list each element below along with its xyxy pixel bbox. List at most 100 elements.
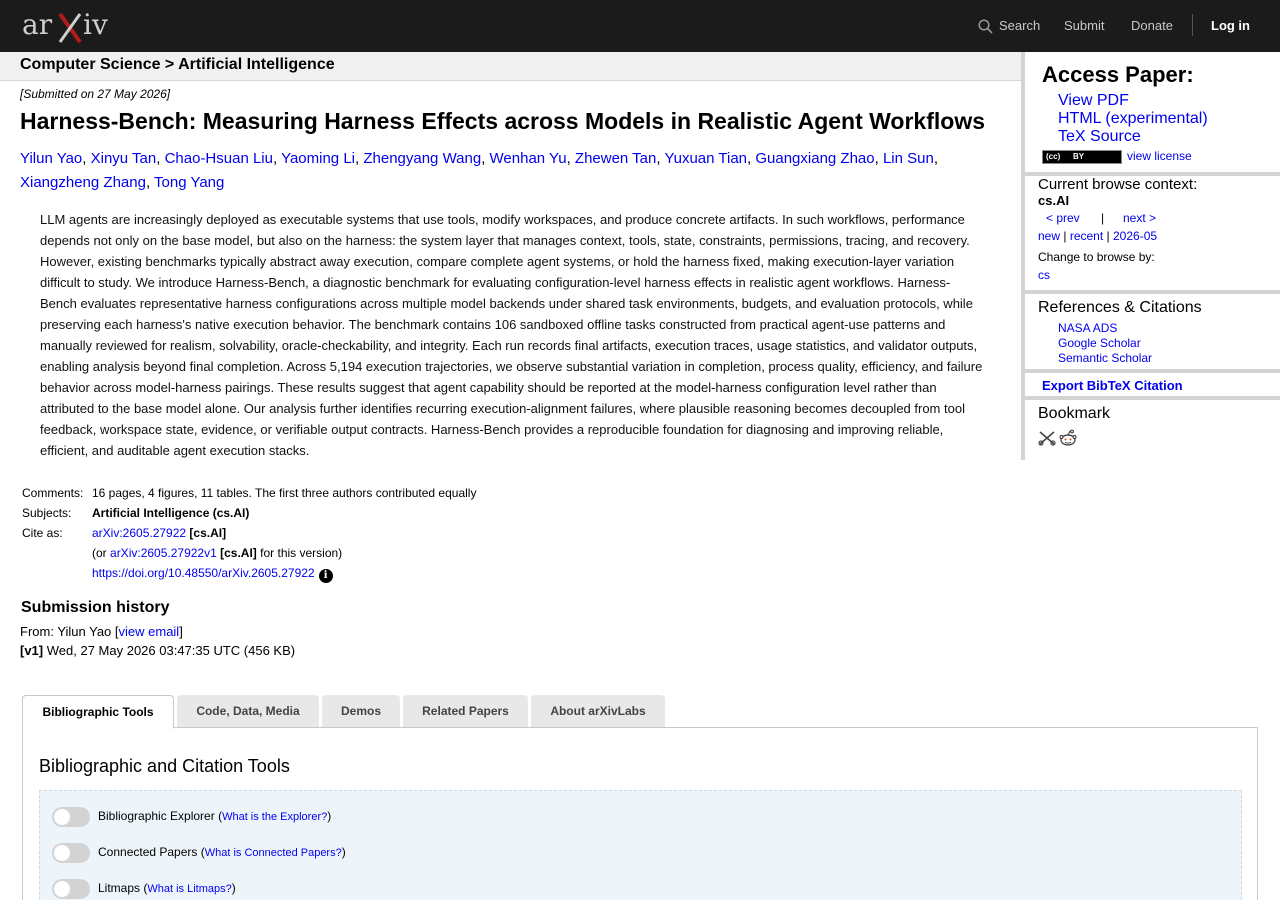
connected-papers-toggle[interactable] bbox=[52, 842, 90, 863]
change-browse-label: Change to browse by: bbox=[1038, 250, 1155, 264]
view-email-link[interactable]: view email bbox=[119, 624, 180, 639]
month-link[interactable]: 2026-05 bbox=[1113, 229, 1157, 243]
author-link[interactable]: Yilun Yao bbox=[20, 150, 82, 167]
subjects-value: Artificial Intelligence (cs.AI) bbox=[92, 506, 250, 520]
sidebar: Access Paper: View PDF HTML (experimenta… bbox=[1021, 52, 1280, 460]
author-link[interactable]: Xinyu Tan bbox=[91, 150, 157, 167]
semantic-scholar-link[interactable]: Semantic Scholar bbox=[1058, 351, 1152, 365]
tool-litmaps: Litmaps (What is Litmaps?) bbox=[52, 877, 236, 899]
cite-or-prefix: (or bbox=[92, 546, 107, 560]
author-link[interactable]: Xiangzheng Zhang bbox=[20, 174, 146, 191]
connected-papers-help-link[interactable]: What is Connected Papers? bbox=[205, 847, 342, 859]
recent-link[interactable]: recent bbox=[1070, 229, 1103, 243]
page-title: Harness-Bench: Measuring Harness Effects… bbox=[20, 108, 986, 134]
author-link[interactable]: Tong Yang bbox=[154, 174, 224, 191]
comments-label: Comments: bbox=[22, 486, 84, 500]
donate-link[interactable]: Donate bbox=[1131, 18, 1173, 33]
prev-link[interactable]: < prev bbox=[1046, 211, 1080, 225]
litmaps-toggle[interactable] bbox=[52, 878, 90, 899]
sidebar-divider bbox=[1025, 290, 1280, 294]
panel-title: Bibliographic and Citation Tools bbox=[39, 756, 290, 776]
view-pdf-link[interactable]: View PDF bbox=[1058, 92, 1129, 110]
tab-demos[interactable]: Demos bbox=[322, 695, 400, 727]
author-list: Yilun Yao, Xinyu Tan, Chao-Hsuan Liu, Ya… bbox=[20, 150, 939, 191]
cite-label: Cite as: bbox=[22, 526, 63, 540]
new-link[interactable]: new bbox=[1038, 229, 1060, 243]
author-link[interactable]: Zhewen Tan bbox=[575, 150, 656, 167]
search-label: Search bbox=[999, 18, 1041, 33]
export-bibtex-link[interactable]: Export BibTeX Citation bbox=[1042, 378, 1183, 393]
tab-related-papers[interactable]: Related Papers bbox=[403, 695, 528, 727]
subjects-label: Subjects: bbox=[22, 506, 72, 520]
top-navigation-bar: ar iv Search Submit Donate Log in bbox=[0, 0, 1280, 52]
tab-panel: Bibliographic and Citation Tools Bibliog… bbox=[22, 727, 1258, 900]
tab-code-data-media[interactable]: Code, Data, Media bbox=[177, 695, 319, 727]
doi-link[interactable]: https://doi.org/10.48550/arXiv.2605.2792… bbox=[92, 566, 315, 580]
tool-label: Litmaps bbox=[98, 881, 141, 895]
nav-divider bbox=[1192, 14, 1193, 36]
html-experimental-link[interactable]: HTML (experimental) bbox=[1058, 110, 1208, 128]
subjects-row: Subjects: Artificial Intelligence (cs.AI… bbox=[22, 506, 476, 526]
next-link[interactable]: next > bbox=[1123, 211, 1156, 225]
author-link[interactable]: Yuxuan Tian bbox=[664, 150, 747, 167]
author-link[interactable]: Zhengyang Wang bbox=[363, 150, 481, 167]
tool-bibliographic-explorer: Bibliographic Explorer (What is the Expl… bbox=[52, 805, 331, 827]
submission-from: From: Yilun Yao [view email] bbox=[20, 624, 183, 639]
author-link[interactable]: Guangxiang Zhao bbox=[755, 150, 874, 167]
submission-version: [v1] Wed, 27 May 2026 03:47:35 UTC (456 … bbox=[20, 643, 295, 658]
link-separator: | bbox=[1063, 229, 1067, 243]
from-suffix: ] bbox=[179, 624, 183, 639]
view-license-link[interactable]: view license bbox=[1127, 149, 1192, 163]
svg-text:iv: iv bbox=[83, 8, 108, 41]
breadcrumb[interactable]: Computer Science > Artificial Intelligen… bbox=[20, 56, 335, 74]
version-date: Wed, 27 May 2026 03:47:35 UTC (456 KB) bbox=[46, 643, 296, 658]
cite-version-link[interactable]: arXiv:2605.27922v1 bbox=[110, 546, 217, 560]
svg-text:ar: ar bbox=[22, 8, 53, 41]
comments-value: 16 pages, 4 figures, 11 tables. The firs… bbox=[92, 486, 477, 500]
abstract: LLM agents are increasingly deployed as … bbox=[40, 212, 983, 458]
browse-cs-link[interactable]: cs bbox=[1038, 268, 1050, 282]
tool-label: Bibliographic Explorer bbox=[98, 809, 215, 823]
nasa-ads-link[interactable]: NASA ADS bbox=[1058, 321, 1117, 335]
tab-about-arxivlabs[interactable]: About arXivLabs bbox=[531, 695, 665, 727]
submission-date: [Submitted on 27 May 2026] bbox=[20, 87, 171, 101]
cc-by-license-icon[interactable]: (cc) BY bbox=[1042, 150, 1122, 164]
version-label: [v1] bbox=[20, 643, 44, 658]
author-link[interactable]: Wenhan Yu bbox=[490, 150, 567, 167]
tex-source-link[interactable]: TeX Source bbox=[1058, 128, 1141, 146]
tool-connected-papers: Connected Papers (What is Connected Pape… bbox=[52, 841, 346, 863]
author-link[interactable]: Lin Sun bbox=[883, 150, 934, 167]
arxiv-logo[interactable]: ar iv bbox=[22, 6, 114, 46]
explorer-help-link[interactable]: What is the Explorer? bbox=[222, 811, 327, 823]
info-icon[interactable]: i bbox=[318, 569, 333, 583]
sidebar-divider bbox=[1025, 369, 1280, 373]
breadcrumb-band: Computer Science > Artificial Intelligen… bbox=[0, 52, 1021, 81]
comments-row: Comments: 16 pages, 4 figures, 11 tables… bbox=[22, 486, 476, 506]
author-link[interactable]: Chao-Hsuan Liu bbox=[165, 150, 273, 167]
browse-links: new | recent | 2026-05 bbox=[1038, 229, 1157, 243]
bibsonomy-icon[interactable] bbox=[1038, 430, 1056, 446]
submission-history-title: Submission history bbox=[21, 599, 170, 616]
browse-context-title: Current browse context: bbox=[1038, 176, 1198, 193]
browse-context-category: cs.AI bbox=[1038, 193, 1070, 208]
prev-next-separator: | bbox=[1101, 211, 1105, 225]
cite-id-link[interactable]: arXiv:2605.27922 bbox=[92, 526, 186, 540]
tool-label: Connected Papers bbox=[98, 845, 198, 859]
cc-badge-left: (cc) bbox=[1046, 152, 1061, 161]
bookmark-title: Bookmark bbox=[1038, 405, 1111, 422]
references-title: References & Citations bbox=[1038, 299, 1202, 316]
explorer-toggle[interactable] bbox=[52, 806, 90, 827]
cite-version-suffix: for this version) bbox=[260, 546, 343, 560]
author-link[interactable]: Yaoming Li bbox=[281, 150, 355, 167]
login-link[interactable]: Log in bbox=[1211, 18, 1250, 33]
submit-link[interactable]: Submit bbox=[1064, 18, 1104, 33]
tab-bibliographic-tools[interactable]: Bibliographic Tools bbox=[22, 695, 174, 729]
sidebar-divider bbox=[1025, 396, 1280, 400]
litmaps-help-link[interactable]: What is Litmaps? bbox=[147, 883, 231, 895]
access-paper-title: Access Paper: bbox=[1042, 62, 1194, 87]
cite-version-category: [cs.AI] bbox=[220, 546, 257, 560]
reddit-icon[interactable] bbox=[1059, 429, 1077, 447]
cc-badge-right: BY bbox=[1073, 152, 1085, 161]
tools-box: Bibliographic Explorer (What is the Expl… bbox=[39, 790, 1242, 900]
google-scholar-link[interactable]: Google Scholar bbox=[1058, 336, 1141, 350]
